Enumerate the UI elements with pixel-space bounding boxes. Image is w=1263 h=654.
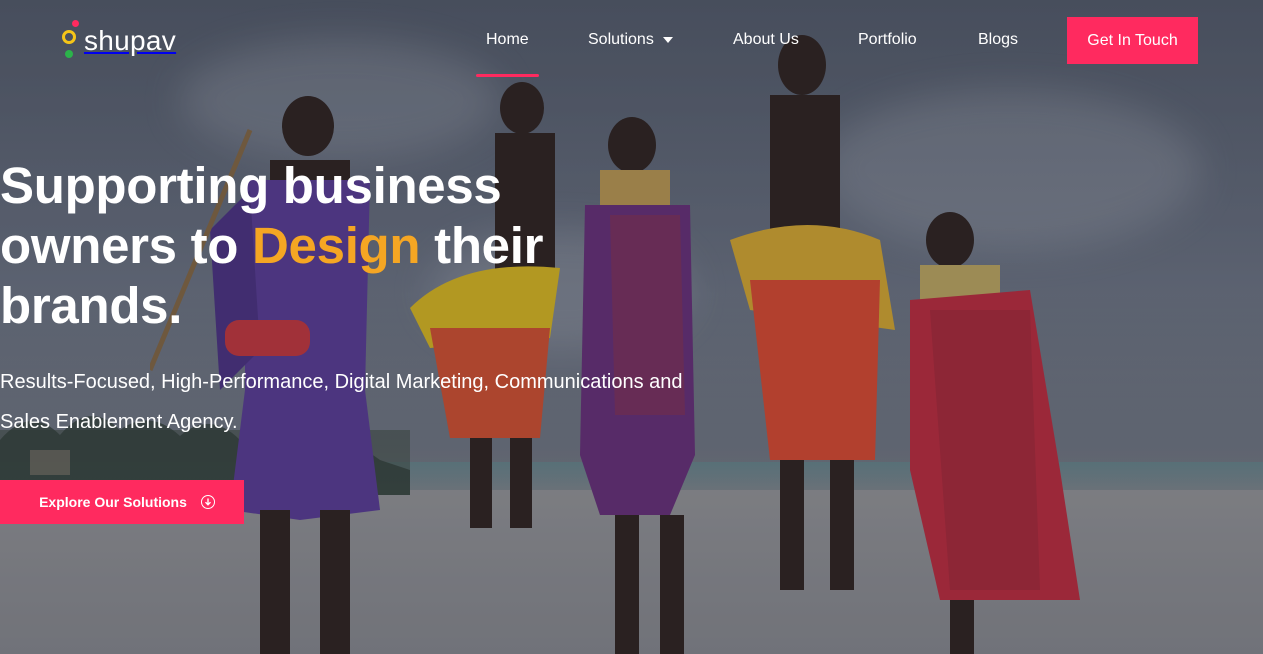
- hero-subtitle: Results-Focused, High-Performance, Digit…: [0, 371, 683, 433]
- get-in-touch-button[interactable]: Get In Touch: [1067, 17, 1198, 64]
- nav-item-home[interactable]: Home: [486, 31, 529, 49]
- explore-solutions-label: Explore Our Solutions: [39, 494, 187, 510]
- nav-item-solutions-label: Solutions: [588, 31, 654, 48]
- nav-item-about-us[interactable]: About Us: [733, 31, 799, 49]
- logo-text: shupav: [84, 25, 177, 56]
- nav-item-solutions[interactable]: Solutions: [588, 31, 673, 49]
- nav-active-indicator: [476, 74, 539, 77]
- nav-item-blogs[interactable]: Blogs: [978, 31, 1018, 49]
- logo[interactable]: shupav: [60, 20, 176, 60]
- logo-mark-icon: [60, 20, 82, 60]
- caret-down-icon: [662, 36, 673, 43]
- explore-solutions-button[interactable]: Explore Our Solutions: [0, 480, 244, 524]
- site-header: shupav Home Solutions About Us Portfolio…: [0, 0, 1263, 80]
- hero-title-highlight: Design: [252, 217, 421, 274]
- arrow-down-circle-icon: [200, 495, 215, 509]
- nav-item-portfolio[interactable]: Portfolio: [858, 31, 917, 49]
- hero-title: Supporting business owners to Design the…: [0, 156, 620, 336]
